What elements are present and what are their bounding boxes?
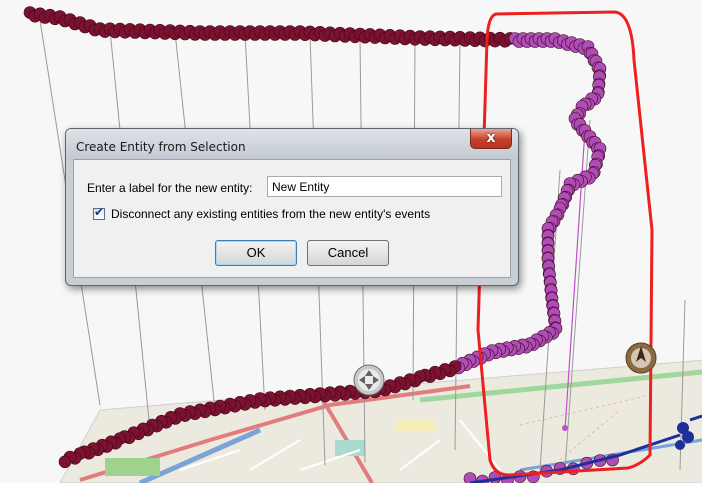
dialog-body: Enter a label for the new entity: ✔ Disc… bbox=[73, 159, 511, 278]
disconnect-label[interactable]: Disconnect any existing entities from th… bbox=[111, 207, 430, 221]
create-entity-dialog: Create Entity from Selection x Enter a l… bbox=[65, 128, 519, 286]
pan-control-icon[interactable] bbox=[353, 364, 385, 396]
cancel-button[interactable]: Cancel bbox=[307, 240, 389, 266]
ok-button[interactable]: OK bbox=[215, 240, 297, 266]
entity-label-prompt: Enter a label for the new entity: bbox=[87, 181, 253, 195]
stalk-endpoint bbox=[562, 425, 568, 431]
trajectory-point[interactable] bbox=[58, 455, 72, 469]
disconnect-checkbox[interactable]: ✔ bbox=[93, 205, 105, 220]
checkmark-icon: ✔ bbox=[94, 205, 105, 219]
dialog-titlebar[interactable]: Create Entity from Selection x bbox=[66, 129, 518, 159]
close-icon: x bbox=[486, 130, 496, 146]
close-button[interactable]: x bbox=[470, 129, 512, 149]
entity-label-input[interactable] bbox=[267, 176, 502, 197]
compass-icon[interactable] bbox=[625, 342, 657, 374]
dialog-title: Create Entity from Selection bbox=[76, 140, 246, 154]
